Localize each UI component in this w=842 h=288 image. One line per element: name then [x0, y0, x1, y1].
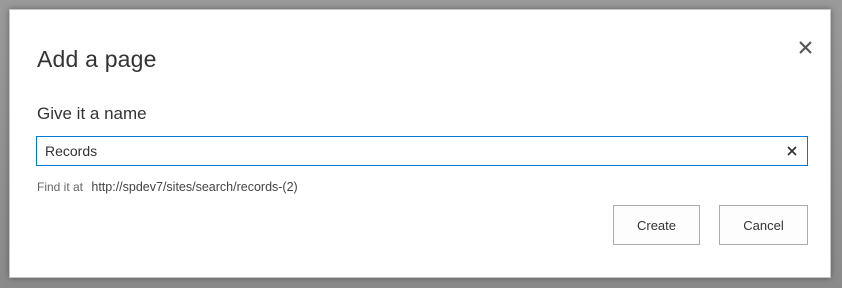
clear-icon — [787, 146, 797, 156]
cancel-button[interactable]: Cancel — [719, 205, 808, 245]
find-it-at-label: Find it at — [37, 180, 84, 194]
create-button[interactable]: Create — [613, 205, 700, 245]
page-url-row: Find it at http://spdev7/sites/search/re… — [37, 180, 298, 194]
add-page-dialog: Add a page Give it a name Find it at htt… — [9, 9, 831, 278]
name-field-container — [36, 136, 808, 166]
clear-input-button[interactable] — [785, 144, 799, 158]
name-field-label: Give it a name — [37, 104, 147, 123]
close-button[interactable] — [796, 38, 816, 58]
page-url-text: http://spdev7/sites/search/records-(2) — [91, 180, 298, 194]
close-icon — [799, 41, 812, 54]
dialog-title: Add a page — [37, 46, 157, 72]
page-name-input[interactable] — [37, 137, 777, 165]
